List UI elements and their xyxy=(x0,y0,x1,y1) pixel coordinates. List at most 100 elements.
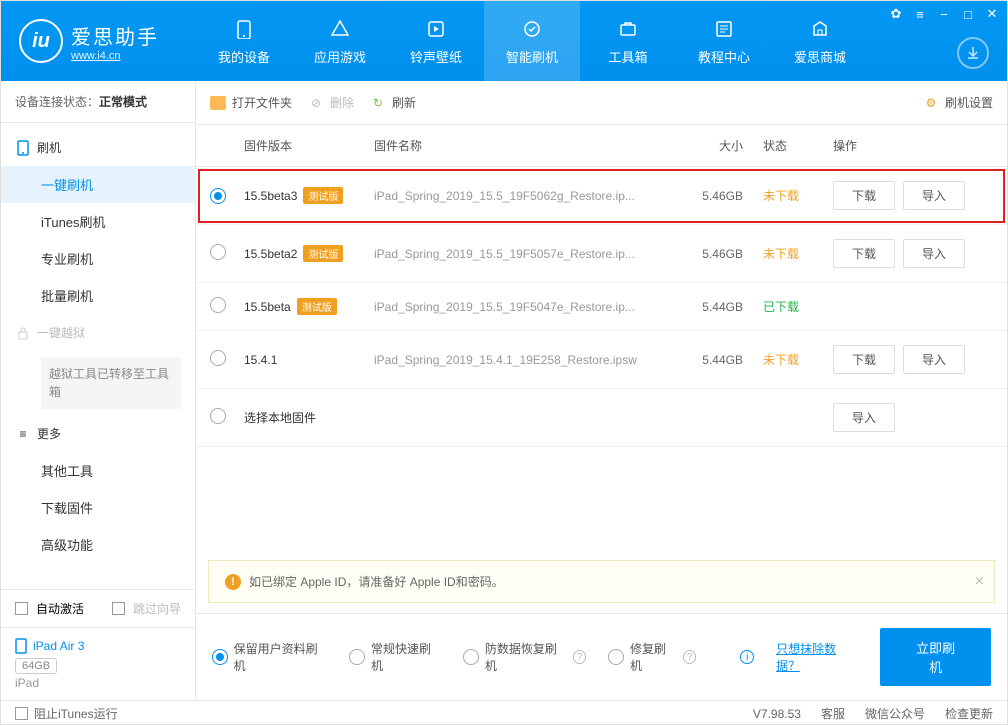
nav-3[interactable]: 智能刷机 xyxy=(484,1,580,81)
firmware-row[interactable]: 15.5beta2测试版iPad_Spring_2019_15.5_19F505… xyxy=(196,225,1007,283)
firmware-name: iPad_Spring_2019_15.5_19F5047e_Restore.i… xyxy=(374,300,683,314)
nav-icon xyxy=(424,17,448,41)
device-name[interactable]: iPad Air 3 xyxy=(15,638,181,654)
download-button[interactable]: 下载 xyxy=(833,345,895,374)
flash-option-3[interactable]: 修复刷机? xyxy=(608,640,696,674)
flash-settings-button[interactable]: ⚙刷机设置 xyxy=(923,94,993,111)
firmware-name: iPad_Spring_2019_15.4.1_19E258_Restore.i… xyxy=(374,353,683,367)
close-warning-icon[interactable]: × xyxy=(975,573,984,591)
help-icon[interactable]: ? xyxy=(683,650,697,664)
firmware-radio[interactable] xyxy=(210,244,226,260)
download-manager-icon[interactable] xyxy=(957,37,989,69)
phone-icon xyxy=(15,140,31,156)
erase-link[interactable]: 只想抹除数据？ xyxy=(776,640,858,674)
flash-option-0[interactable]: 保留用户资料刷机 xyxy=(212,640,327,674)
firmware-radio[interactable] xyxy=(210,297,226,313)
warning-icon: ! xyxy=(225,574,241,590)
import-button[interactable]: 导入 xyxy=(903,181,965,210)
beta-badge: 测试版 xyxy=(303,245,343,262)
col-size: 大小 xyxy=(683,137,763,154)
table-header: 固件版本 固件名称 大小 状态 操作 xyxy=(196,125,1007,167)
option-radio[interactable] xyxy=(608,649,624,665)
minimize-icon[interactable]: − xyxy=(935,5,953,23)
col-name: 固件名称 xyxy=(374,137,683,154)
flash-options: 保留用户资料刷机常规快速刷机防数据恢复刷机?修复刷机? i 只想抹除数据？ 立即… xyxy=(196,613,1007,700)
firmware-size: 5.44GB xyxy=(683,300,763,314)
sidebar-section-more[interactable]: ≡ 更多 xyxy=(1,415,195,452)
block-itunes-checkbox[interactable] xyxy=(15,707,28,720)
firmware-size: 5.44GB xyxy=(683,353,763,367)
option-radio[interactable] xyxy=(463,649,479,665)
flash-option-1[interactable]: 常规快速刷机 xyxy=(349,640,441,674)
sidebar-item-flash-3[interactable]: 批量刷机 xyxy=(1,277,195,314)
beta-badge: 测试版 xyxy=(303,187,343,204)
local-firmware-row[interactable]: 选择本地固件导入 xyxy=(196,389,1007,447)
app-url: www.i4.cn xyxy=(71,50,159,62)
firmware-radio[interactable] xyxy=(210,188,226,204)
firmware-radio[interactable] xyxy=(210,350,226,366)
refresh-icon: ↻ xyxy=(370,95,386,111)
check-update-link[interactable]: 检查更新 xyxy=(945,705,993,722)
nav-0[interactable]: 我的设备 xyxy=(196,1,292,81)
phone-icon xyxy=(15,638,27,654)
option-radio[interactable] xyxy=(349,649,365,665)
firmware-status: 未下载 xyxy=(763,187,833,204)
flash-option-2[interactable]: 防数据恢复刷机? xyxy=(463,640,586,674)
beta-badge: 测试版 xyxy=(297,298,337,315)
firmware-name: iPad_Spring_2019_15.5_19F5057e_Restore.i… xyxy=(374,247,683,261)
block-itunes-label: 阻止iTunes运行 xyxy=(34,705,118,722)
help-icon[interactable]: ? xyxy=(573,650,587,664)
skip-guide-label: 跳过向导 xyxy=(133,600,181,617)
settings-icon[interactable]: ✿ xyxy=(887,5,905,23)
nav-5[interactable]: 教程中心 xyxy=(676,1,772,81)
import-button[interactable]: 导入 xyxy=(833,403,895,432)
firmware-row[interactable]: 15.4.1iPad_Spring_2019_15.4.1_19E258_Res… xyxy=(196,331,1007,389)
sidebar-section-flash[interactable]: 刷机 xyxy=(1,129,195,166)
device-type: iPad xyxy=(15,676,181,690)
option-radio[interactable] xyxy=(212,649,228,665)
firmware-size: 5.46GB xyxy=(683,189,763,203)
sidebar-item-more-1[interactable]: 下载固件 xyxy=(1,489,195,526)
nav-1[interactable]: 应用游戏 xyxy=(292,1,388,81)
auto-activate-checkbox[interactable] xyxy=(15,602,28,615)
flash-now-button[interactable]: 立即刷机 xyxy=(880,628,991,686)
sidebar-item-more-2[interactable]: 高级功能 xyxy=(1,526,195,563)
import-button[interactable]: 导入 xyxy=(903,345,965,374)
support-link[interactable]: 客服 xyxy=(821,705,845,722)
more-icon: ≡ xyxy=(15,426,31,442)
import-button[interactable]: 导入 xyxy=(903,239,965,268)
firmware-name: iPad_Spring_2019_15.5_19F5062g_Restore.i… xyxy=(374,189,683,203)
close-icon[interactable]: ✕ xyxy=(983,5,1001,23)
firmware-row[interactable]: 15.5beta3 测试版 iPad_Spring_2019_15.5_19F506… xyxy=(196,167,1007,225)
nav-icon xyxy=(328,17,352,41)
skip-guide-checkbox[interactable] xyxy=(112,602,125,615)
sidebar-item-flash-2[interactable]: 专业刷机 xyxy=(1,240,195,277)
firmware-version: 15.5beta3 xyxy=(244,189,297,203)
maximize-icon[interactable]: □ xyxy=(959,5,977,23)
sidebar-item-more-0[interactable]: 其他工具 xyxy=(1,452,195,489)
logo: iu 爱思助手 www.i4.cn xyxy=(1,19,196,63)
download-button[interactable]: 下载 xyxy=(833,239,895,268)
nav-icon xyxy=(232,17,256,41)
firmware-row[interactable]: 15.5beta 测试版 iPad_Spring_2019_15.5_19F5047… xyxy=(196,283,1007,331)
delete-button[interactable]: ⊘删除 xyxy=(308,94,354,111)
nav-2[interactable]: 铃声壁纸 xyxy=(388,1,484,81)
logo-icon: iu xyxy=(19,19,63,63)
toolbar: 打开文件夹 ⊘删除 ↻刷新 ⚙刷机设置 xyxy=(196,81,1007,125)
menu-icon[interactable]: ≡ xyxy=(911,5,929,23)
nav-6[interactable]: 爱思商城 xyxy=(772,1,868,81)
nav-4[interactable]: 工具箱 xyxy=(580,1,676,81)
open-folder-button[interactable]: 打开文件夹 xyxy=(210,94,292,111)
firmware-radio[interactable] xyxy=(210,408,226,424)
sidebar-item-flash-1[interactable]: iTunes刷机 xyxy=(1,203,195,240)
firmware-version: 15.5beta xyxy=(244,300,291,314)
folder-icon xyxy=(210,96,226,110)
wechat-link[interactable]: 微信公众号 xyxy=(865,705,925,722)
sidebar-item-flash-0[interactable]: 一键刷机 xyxy=(1,166,195,203)
refresh-button[interactable]: ↻刷新 xyxy=(370,94,416,111)
nav-icon xyxy=(808,17,832,41)
firmware-status: 未下载 xyxy=(763,245,833,262)
nav-icon xyxy=(616,17,640,41)
download-button[interactable]: 下载 xyxy=(833,181,895,210)
status-bar: 阻止iTunes运行 V7.98.53 客服 微信公众号 检查更新 xyxy=(1,700,1007,726)
